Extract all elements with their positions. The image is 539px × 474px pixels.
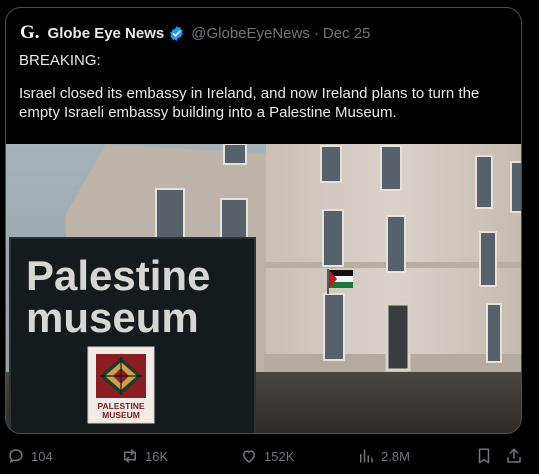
heart-icon xyxy=(242,450,256,463)
like-count: 152K xyxy=(264,448,295,464)
sign-title-line-2: museum xyxy=(26,294,199,341)
embassy-photo: Palestine museum PALESTINE MUSEUM xyxy=(6,144,521,433)
badge-line-2: MUSEUM xyxy=(102,410,140,420)
tweet-action-bar: 104 16K 152K 2.8M xyxy=(0,447,539,471)
like-button[interactable]: 152K xyxy=(240,447,294,465)
verified-badge-icon xyxy=(170,25,183,41)
tweet-card[interactable]: G. Globe Eye News @GlobeEyeNews · Dec 25… xyxy=(5,7,522,434)
repost-icon xyxy=(124,449,136,463)
tweet-text-line-breaking: BREAKING: xyxy=(19,52,101,69)
separator-dot: · xyxy=(313,24,319,42)
author-handle[interactable]: @GlobeEyeNews xyxy=(191,25,310,42)
bookmark-button[interactable] xyxy=(475,447,493,465)
repost-count: 16K xyxy=(145,448,169,464)
sign-title-line-1: Palestine xyxy=(26,252,210,299)
tweet-media-image[interactable]: Palestine museum PALESTINE MUSEUM xyxy=(6,144,521,433)
reply-icon xyxy=(9,449,23,464)
author-name[interactable]: Globe Eye News xyxy=(48,25,165,42)
share-icon xyxy=(507,448,521,463)
repost-button[interactable]: 16K xyxy=(121,447,168,465)
tweet-text-body: Israel closed its embassy in Ireland, an… xyxy=(19,84,480,122)
view-count: 2.8M xyxy=(381,448,410,464)
share-button[interactable] xyxy=(505,447,523,465)
reply-count: 104 xyxy=(31,448,53,464)
bookmark-icon xyxy=(478,448,490,464)
tweet-date[interactable]: Dec 25 xyxy=(323,25,371,42)
analytics-icon xyxy=(360,449,373,463)
reply-button[interactable]: 104 xyxy=(7,447,53,465)
account-logo[interactable]: G. xyxy=(20,23,40,43)
tweet-text: BREAKING: Israel closed its embassy in I… xyxy=(19,51,503,123)
tweet-header: G. Globe Eye News @GlobeEyeNews · Dec 25 xyxy=(20,23,370,43)
views-button[interactable]: 2.8M xyxy=(357,447,410,465)
